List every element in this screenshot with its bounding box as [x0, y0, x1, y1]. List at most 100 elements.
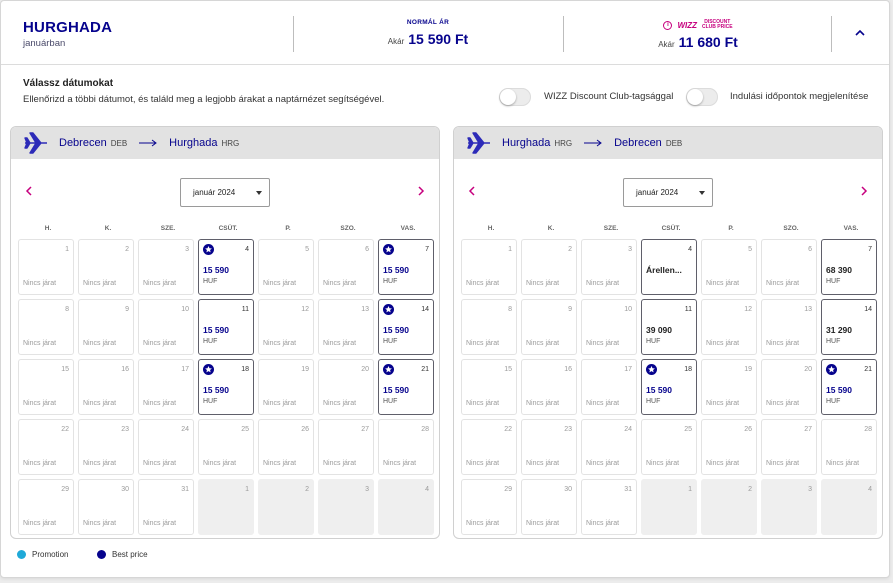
info-icon[interactable]: i	[663, 20, 673, 30]
legend-best-price: Best price	[97, 550, 148, 559]
no-flight-label: Nincs járat	[263, 340, 297, 347]
calendar-day: 9 Nincs járat	[521, 299, 577, 355]
day-number: 29	[504, 486, 512, 493]
calendar-day: 16 Nincs járat	[78, 359, 134, 415]
day-number: 11	[241, 306, 249, 313]
day-currency: HUF	[203, 338, 218, 345]
day-number: 17	[624, 366, 632, 373]
calendar-day[interactable]: 14 15 590 HUF	[378, 299, 434, 355]
day-number: 30	[121, 486, 129, 493]
no-flight-label: Nincs járat	[83, 520, 117, 527]
weekday-label: SZE.	[160, 225, 176, 232]
no-flight-label: Nincs járat	[83, 400, 117, 407]
previous-month-chevron-icon[interactable]	[23, 185, 35, 197]
weekday-label: VAS.	[400, 225, 416, 232]
calendar-day: 12 Nincs járat	[258, 299, 314, 355]
best-price-star-icon	[646, 364, 657, 375]
next-month-chevron-icon[interactable]	[415, 185, 427, 197]
day-number: 12	[744, 306, 752, 313]
weekday-label: SZE.	[603, 225, 619, 232]
club-membership-toggle[interactable]	[499, 88, 531, 106]
calendar-day: 10 Nincs járat	[581, 299, 637, 355]
calendar-day: 24 Nincs járat	[581, 419, 637, 475]
no-flight-label: Nincs járat	[586, 400, 620, 407]
normal-price-label: NORMÁL ÁR	[406, 19, 450, 26]
calendar-day[interactable]: 4 Árellen...	[641, 239, 697, 295]
calendar-day[interactable]: 18 15 590 HUF	[198, 359, 254, 415]
day-number: 20	[804, 366, 812, 373]
no-flight-label: Nincs járat	[706, 280, 740, 287]
day-number: 28	[864, 426, 872, 433]
caret-down-icon	[256, 191, 262, 195]
day-price: 68 390	[826, 265, 852, 275]
day-currency: HUF	[826, 278, 841, 285]
calendar-day[interactable]: 4 15 590 HUF	[198, 239, 254, 295]
no-flight-label: Nincs járat	[23, 280, 57, 287]
destination-city: Hurghada	[169, 137, 218, 149]
next-month-chevron-icon[interactable]	[858, 185, 870, 197]
weekday-label: CSÜT.	[218, 225, 238, 232]
calendar-day[interactable]: 7 15 590 HUF	[378, 239, 434, 295]
calendar-day[interactable]: 7 68 390 HUF	[821, 239, 877, 295]
calendar-day: 20 Nincs járat	[318, 359, 374, 415]
previous-month-chevron-icon[interactable]	[466, 185, 478, 197]
day-number: 8	[65, 306, 69, 313]
route-label: Debrecen DEB Hurghada HRG	[59, 137, 239, 149]
calendar-day: 5 Nincs járat	[701, 239, 757, 295]
no-flight-label: Nincs járat	[23, 520, 57, 527]
calendar-day: 31 Nincs járat	[581, 479, 637, 535]
day-number: 21	[864, 366, 872, 373]
best-price-star-icon	[826, 364, 837, 375]
best-price-star-icon	[383, 244, 394, 255]
no-flight-label: Nincs járat	[23, 340, 57, 347]
month-select[interactable]: január 2024	[623, 178, 713, 207]
calendar-day: 23 Nincs járat	[521, 419, 577, 475]
calendar-day: 29 Nincs járat	[461, 479, 517, 535]
calendar-day[interactable]: 21 15 590 HUF	[821, 359, 877, 415]
calendar-day: 13 Nincs járat	[318, 299, 374, 355]
calendar-day-outside: 2	[258, 479, 314, 535]
day-number: 18	[684, 366, 692, 373]
month-select[interactable]: január 2024	[180, 178, 270, 207]
day-number: 27	[804, 426, 812, 433]
day-number: 25	[241, 426, 249, 433]
calendar-day[interactable]: 21 15 590 HUF	[378, 359, 434, 415]
no-flight-label: Nincs járat	[83, 280, 117, 287]
day-number: 1	[688, 486, 692, 493]
calendar-day[interactable]: 14 31 290 HUF	[821, 299, 877, 355]
no-flight-label: Nincs járat	[526, 520, 560, 527]
day-currency: HUF	[203, 278, 218, 285]
no-flight-label: Nincs járat	[706, 400, 740, 407]
day-number: 7	[425, 246, 429, 253]
destination-city: Debrecen	[614, 137, 662, 149]
calendar-day: 13 Nincs járat	[761, 299, 817, 355]
calendar-day[interactable]: 11 39 090 HUF	[641, 299, 697, 355]
day-number: 10	[181, 306, 189, 313]
calendar-day[interactable]: 18 15 590 HUF	[641, 359, 697, 415]
calendar-day: 25 Nincs járat	[198, 419, 254, 475]
day-number: 3	[808, 486, 812, 493]
no-flight-label: Nincs járat	[586, 340, 620, 347]
calendar-day: 24 Nincs járat	[138, 419, 194, 475]
day-number: 2	[568, 246, 572, 253]
day-price: 15 590	[203, 265, 229, 275]
day-number: 17	[181, 366, 189, 373]
no-flight-label: Nincs járat	[766, 280, 800, 287]
no-flight-label: Nincs járat	[646, 460, 680, 467]
day-number: 15	[504, 366, 512, 373]
day-number: 8	[508, 306, 512, 313]
calendar-day: 22 Nincs járat	[18, 419, 74, 475]
no-flight-label: Nincs járat	[466, 280, 500, 287]
arrow-right-icon	[584, 139, 602, 147]
from-label: Akár	[387, 37, 405, 46]
calendar-day: 19 Nincs járat	[701, 359, 757, 415]
best-price-star-icon	[203, 364, 214, 375]
day-price: 15 590	[646, 385, 672, 395]
departure-times-toggle[interactable]	[686, 88, 718, 106]
day-number: 2	[305, 486, 309, 493]
no-flight-label: Nincs járat	[323, 340, 357, 347]
calendar-day: 1 Nincs járat	[461, 239, 517, 295]
no-flight-label: Nincs járat	[466, 400, 500, 407]
chevron-up-icon[interactable]	[854, 27, 866, 39]
calendar-day[interactable]: 11 15 590 HUF	[198, 299, 254, 355]
